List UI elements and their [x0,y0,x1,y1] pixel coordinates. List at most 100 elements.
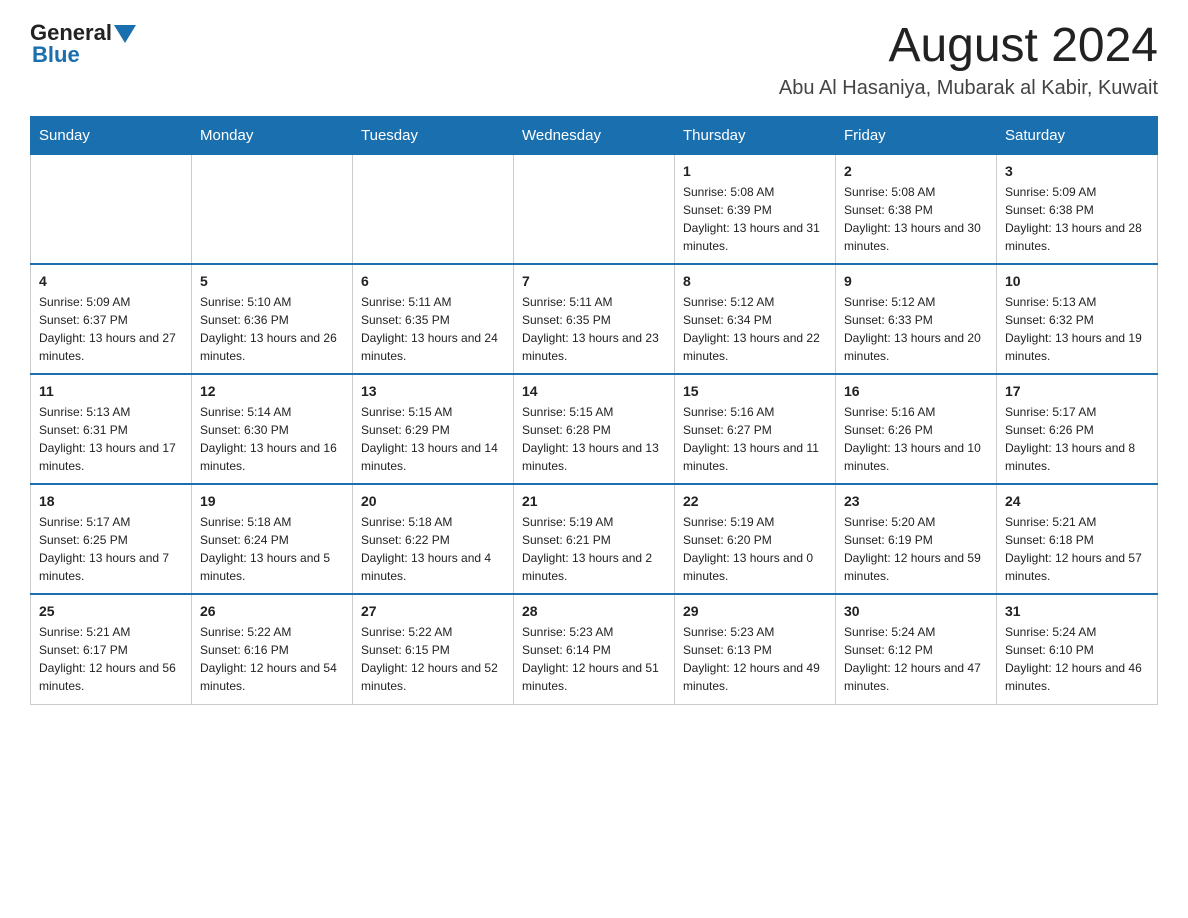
day-number: 1 [683,163,827,179]
calendar-cell: 22 Sunrise: 5:19 AM Sunset: 6:20 PM Dayli… [675,484,836,594]
calendar-cell: 7Sunrise: 5:11 AM Sunset: 6:35 PM Daylig… [514,264,675,374]
day-info: Sunrise: 5:22 AM Sunset: 6:16 PM Dayligh… [200,623,344,695]
day-number: 19 [200,493,344,509]
calendar-cell: 2 Sunrise: 5:08 AM Sunset: 6:38 PM Daylig… [836,154,997,264]
day-number: 7 [522,273,666,289]
logo-triangle-icon [114,25,136,43]
calendar-cell: 26 Sunrise: 5:22 AM Sunset: 6:16 PM Dayli… [192,594,353,704]
calendar-cell: 13 Sunrise: 5:15 AM Sunset: 6:29 PM Dayli… [353,374,514,484]
day-number: 13 [361,383,505,399]
calendar-cell [353,154,514,264]
day-number: 22 [683,493,827,509]
calendar-cell: 14 Sunrise: 5:15 AM Sunset: 6:28 PM Dayli… [514,374,675,484]
day-info: Sunrise: 5:23 AM Sunset: 6:13 PM Dayligh… [683,623,827,695]
calendar-cell: 23Sunrise: 5:20 AM Sunset: 6:19 PM Dayli… [836,484,997,594]
day-info: Sunrise: 5:24 AM Sunset: 6:10 PM Dayligh… [1005,623,1149,695]
day-number: 18 [39,493,183,509]
day-number: 25 [39,603,183,619]
calendar-cell: 27 Sunrise: 5:22 AM Sunset: 6:15 PM Dayli… [353,594,514,704]
logo-blue: Blue [32,42,80,68]
day-info: Sunrise: 5:13 AM Sunset: 6:31 PM Dayligh… [39,403,183,475]
calendar-cell: 18Sunrise: 5:17 AM Sunset: 6:25 PM Dayli… [31,484,192,594]
day-number: 24 [1005,493,1149,509]
calendar-cell: 11 Sunrise: 5:13 AM Sunset: 6:31 PM Dayli… [31,374,192,484]
day-number: 10 [1005,273,1149,289]
calendar: SundayMondayTuesdayWednesdayThursdayFrid… [30,116,1158,705]
day-number: 17 [1005,383,1149,399]
day-number: 23 [844,493,988,509]
month-title: August 2024 [779,20,1158,73]
header: General Blue August 2024 Abu Al Hasaniya… [30,20,1158,100]
calendar-cell: 28 Sunrise: 5:23 AM Sunset: 6:14 PM Dayli… [514,594,675,704]
calendar-cell: 20 Sunrise: 5:18 AM Sunset: 6:22 PM Dayli… [353,484,514,594]
day-number: 8 [683,273,827,289]
day-number: 21 [522,493,666,509]
day-info: Sunrise: 5:21 AM Sunset: 6:18 PM Dayligh… [1005,513,1149,585]
calendar-cell: 30Sunrise: 5:24 AM Sunset: 6:12 PM Dayli… [836,594,997,704]
calendar-cell: 1Sunrise: 5:08 AM Sunset: 6:39 PM Daylig… [675,154,836,264]
day-info: Sunrise: 5:15 AM Sunset: 6:29 PM Dayligh… [361,403,505,475]
day-info: Sunrise: 5:19 AM Sunset: 6:20 PM Dayligh… [683,513,827,585]
weekday-header-sunday: Sunday [31,116,192,154]
day-number: 14 [522,383,666,399]
calendar-week-row: 18Sunrise: 5:17 AM Sunset: 6:25 PM Dayli… [31,484,1158,594]
weekday-header-saturday: Saturday [997,116,1158,154]
day-number: 12 [200,383,344,399]
day-info: Sunrise: 5:10 AM Sunset: 6:36 PM Dayligh… [200,293,344,365]
day-info: Sunrise: 5:11 AM Sunset: 6:35 PM Dayligh… [361,293,505,365]
calendar-header: SundayMondayTuesdayWednesdayThursdayFrid… [31,116,1158,154]
calendar-cell: 8Sunrise: 5:12 AM Sunset: 6:34 PM Daylig… [675,264,836,374]
calendar-cell: 25 Sunrise: 5:21 AM Sunset: 6:17 PM Dayli… [31,594,192,704]
day-info: Sunrise: 5:09 AM Sunset: 6:38 PM Dayligh… [1005,183,1149,255]
day-number: 28 [522,603,666,619]
day-number: 29 [683,603,827,619]
day-info: Sunrise: 5:14 AM Sunset: 6:30 PM Dayligh… [200,403,344,475]
subtitle: Abu Al Hasaniya, Mubarak al Kabir, Kuwai… [779,77,1158,100]
calendar-cell: 31Sunrise: 5:24 AM Sunset: 6:10 PM Dayli… [997,594,1158,704]
day-number: 3 [1005,163,1149,179]
weekday-header-tuesday: Tuesday [353,116,514,154]
day-info: Sunrise: 5:22 AM Sunset: 6:15 PM Dayligh… [361,623,505,695]
day-number: 27 [361,603,505,619]
logo: General Blue [30,20,136,68]
day-info: Sunrise: 5:16 AM Sunset: 6:27 PM Dayligh… [683,403,827,475]
calendar-cell: 21Sunrise: 5:19 AM Sunset: 6:21 PM Dayli… [514,484,675,594]
calendar-cell: 16 Sunrise: 5:16 AM Sunset: 6:26 PM Dayli… [836,374,997,484]
day-info: Sunrise: 5:12 AM Sunset: 6:33 PM Dayligh… [844,293,988,365]
calendar-cell: 24 Sunrise: 5:21 AM Sunset: 6:18 PM Dayli… [997,484,1158,594]
calendar-cell [192,154,353,264]
day-number: 5 [200,273,344,289]
calendar-cell [31,154,192,264]
day-info: Sunrise: 5:13 AM Sunset: 6:32 PM Dayligh… [1005,293,1149,365]
day-info: Sunrise: 5:15 AM Sunset: 6:28 PM Dayligh… [522,403,666,475]
day-number: 30 [844,603,988,619]
calendar-cell: 19Sunrise: 5:18 AM Sunset: 6:24 PM Dayli… [192,484,353,594]
calendar-cell: 29 Sunrise: 5:23 AM Sunset: 6:13 PM Dayli… [675,594,836,704]
weekday-header-row: SundayMondayTuesdayWednesdayThursdayFrid… [31,116,1158,154]
day-number: 9 [844,273,988,289]
weekday-header-wednesday: Wednesday [514,116,675,154]
day-info: Sunrise: 5:21 AM Sunset: 6:17 PM Dayligh… [39,623,183,695]
day-info: Sunrise: 5:23 AM Sunset: 6:14 PM Dayligh… [522,623,666,695]
day-info: Sunrise: 5:17 AM Sunset: 6:26 PM Dayligh… [1005,403,1149,475]
day-number: 26 [200,603,344,619]
calendar-cell: 9 Sunrise: 5:12 AM Sunset: 6:33 PM Daylig… [836,264,997,374]
day-number: 2 [844,163,988,179]
day-info: Sunrise: 5:16 AM Sunset: 6:26 PM Dayligh… [844,403,988,475]
day-number: 15 [683,383,827,399]
calendar-cell: 10 Sunrise: 5:13 AM Sunset: 6:32 PM Dayli… [997,264,1158,374]
weekday-header-friday: Friday [836,116,997,154]
title-area: August 2024 Abu Al Hasaniya, Mubarak al … [779,20,1158,100]
day-info: Sunrise: 5:18 AM Sunset: 6:22 PM Dayligh… [361,513,505,585]
calendar-cell: 12 Sunrise: 5:14 AM Sunset: 6:30 PM Dayli… [192,374,353,484]
day-number: 20 [361,493,505,509]
day-number: 4 [39,273,183,289]
calendar-cell: 15 Sunrise: 5:16 AM Sunset: 6:27 PM Dayli… [675,374,836,484]
calendar-cell: 17 Sunrise: 5:17 AM Sunset: 6:26 PM Dayli… [997,374,1158,484]
calendar-cell: 5 Sunrise: 5:10 AM Sunset: 6:36 PM Daylig… [192,264,353,374]
day-info: Sunrise: 5:08 AM Sunset: 6:38 PM Dayligh… [844,183,988,255]
calendar-week-row: 25 Sunrise: 5:21 AM Sunset: 6:17 PM Dayli… [31,594,1158,704]
day-number: 16 [844,383,988,399]
weekday-header-monday: Monday [192,116,353,154]
day-number: 11 [39,383,183,399]
